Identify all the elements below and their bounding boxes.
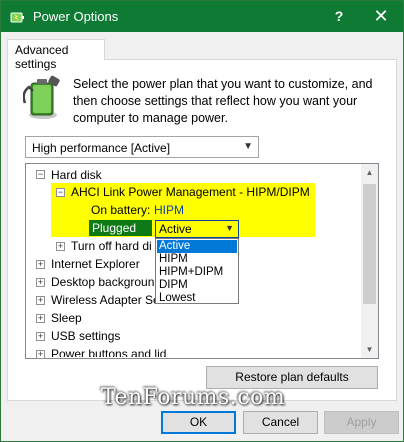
collapse-icon[interactable]: − [36,170,45,179]
expand-icon[interactable]: + [36,296,45,305]
collapse-icon[interactable]: − [56,188,65,197]
power-options-window: Power Options ? ✕ Advanced settings Sele… [0,0,404,442]
scroll-thumb[interactable] [363,184,376,304]
help-button[interactable]: ? [319,1,359,32]
apply-button[interactable]: Apply [324,411,399,434]
scroll-down-icon[interactable]: ▼ [361,341,378,358]
tree-item-ahci-link-power[interactable]: AHCI Link Power Management - HIPM/DIPM [71,183,310,201]
tree-item-sleep[interactable]: Sleep [51,309,82,327]
tenforums-watermark: TenForums.com [101,385,286,410]
power-plan-select[interactable]: High performance [Active] ▼ [25,136,259,158]
power-options-icon [10,12,24,23]
tree-item-desktop-background[interactable]: Desktop backgroun [51,273,154,291]
tree-item-hard-disk[interactable]: Hard disk [51,166,102,184]
on-battery-label: On battery: [91,203,151,217]
expand-icon[interactable]: + [36,278,45,287]
tree-item-turn-off-hard-disk[interactable]: Turn off hard di [71,237,152,255]
plugged-in-select[interactable]: Active ▼ [155,220,239,238]
power-plan-value: High performance [Active] [32,141,171,155]
tree-item-internet-explorer[interactable]: Internet Explorer [51,255,140,273]
ok-button[interactable]: OK [161,411,236,434]
tree-item-power-buttons[interactable]: Power buttons and lid [51,345,166,357]
dropdown-option-hipm-dipm[interactable]: HIPM+DIPM [157,266,237,279]
on-battery-value[interactable]: HIPM [154,201,184,219]
tree-scrollbar[interactable]: ▲ ▼ [361,164,378,358]
window-title: Power Options [33,9,119,24]
dropdown-option-active[interactable]: Active [157,240,237,253]
expand-icon[interactable]: + [36,314,45,323]
close-button[interactable]: ✕ [359,1,403,32]
dropdown-option-lowest[interactable]: Lowest [157,292,237,305]
plugged-in-value: Active [159,222,192,236]
expand-icon[interactable]: + [36,260,45,269]
title-bar[interactable]: Power Options ? ✕ [1,1,403,32]
cancel-button[interactable]: Cancel [243,411,318,434]
scroll-up-icon[interactable]: ▲ [361,164,378,181]
tree-item-wireless-adapter[interactable]: Wireless Adapter Se [51,291,160,309]
expand-icon[interactable]: + [36,332,45,341]
expand-icon[interactable]: + [36,350,45,359]
tab-advanced-settings[interactable]: Advanced settings [7,39,105,71]
tree-item-usb-settings[interactable]: USB settings [51,327,120,345]
plugged-in-label: Plugged in: [89,220,152,251]
battery-plug-icon [23,75,60,119]
chevron-down-icon: ▼ [243,141,253,152]
dropdown-option-dipm[interactable]: DIPM [157,279,237,292]
dropdown-option-hipm[interactable]: HIPM [157,253,237,266]
expand-icon[interactable]: + [56,242,65,251]
plugged-in-dropdown-list[interactable]: Active HIPM HIPM+DIPM DIPM Lowest [155,238,239,304]
chevron-down-icon: ▼ [225,223,234,233]
instruction-text: Select the power plan that you want to c… [73,77,373,125]
